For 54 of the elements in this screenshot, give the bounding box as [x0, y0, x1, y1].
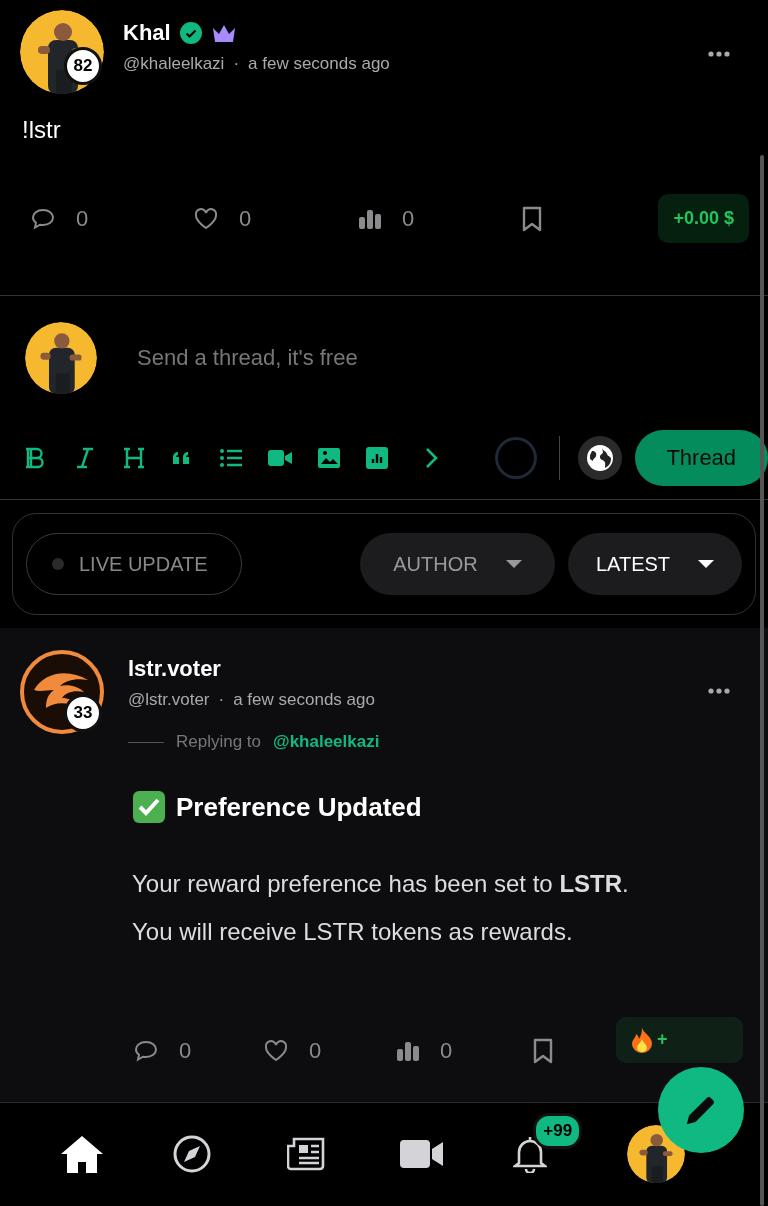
author-handle[interactable]: @khaleelkazi — [123, 54, 225, 74]
reward-button[interactable]: +0.00 $ — [658, 194, 749, 243]
comment-count: 0 — [179, 1038, 193, 1064]
home-icon[interactable] — [60, 1134, 104, 1173]
filter-dropdown[interactable]: AUTHOR — [360, 533, 555, 595]
like-count: 0 — [309, 1038, 323, 1064]
author-name[interactable]: lstr.voter — [128, 656, 708, 682]
character-count-ring — [494, 437, 537, 479]
checkbox-icon — [132, 790, 166, 824]
reply-title: Preference Updated — [176, 791, 422, 823]
notification-badge: +99 — [533, 1112, 583, 1149]
post-time: a few seconds ago — [248, 54, 390, 74]
list-icon[interactable] — [219, 446, 244, 470]
chart-icon[interactable] — [365, 446, 390, 470]
globe-icon — [585, 444, 614, 472]
thread-input[interactable]: Send a thread, it's free — [135, 344, 659, 372]
reward-button[interactable]: + — [616, 1016, 743, 1063]
author-name[interactable]: Khal — [123, 20, 171, 46]
thread-button[interactable]: Thread — [634, 430, 768, 486]
heart-icon[interactable] — [193, 206, 219, 231]
separator-dot: · — [218, 690, 225, 710]
separator-dot: · — [233, 54, 240, 74]
view-count: 0 — [402, 205, 416, 232]
post-time: a few seconds ago — [233, 690, 375, 710]
more-icon[interactable] — [708, 51, 730, 57]
newspaper-icon[interactable] — [286, 1136, 325, 1171]
view-count: 0 — [440, 1038, 454, 1064]
caret-icon — [505, 559, 522, 569]
fire-icon — [631, 1026, 653, 1053]
bar-chart-icon — [358, 207, 382, 230]
visibility-button[interactable] — [577, 436, 622, 480]
compass-icon[interactable] — [173, 1134, 212, 1173]
scrollbar[interactable] — [760, 155, 764, 1206]
comment-icon[interactable] — [30, 206, 56, 231]
reply-text: You will receive LSTR tokens as rewards. — [132, 917, 574, 947]
mention-link[interactable]: @khaleelkazi — [273, 732, 380, 752]
filter-dropdown[interactable]: LATEST — [568, 533, 742, 595]
reply-text: Your reward preference has been set to LSTR. — [132, 869, 630, 899]
video-camera-icon[interactable] — [400, 1137, 444, 1170]
image-icon[interactable] — [316, 446, 341, 470]
bar-chart-icon — [396, 1040, 420, 1062]
bell-icon[interactable] — [513, 1134, 548, 1173]
more-icon[interactable] — [708, 688, 730, 694]
post-text: !lstr — [21, 115, 62, 145]
comment-count: 0 — [76, 205, 90, 232]
author-handle[interactable]: @lstr.voter — [128, 690, 210, 710]
replying-label: Replying to — [176, 732, 262, 752]
comment-icon[interactable] — [133, 1039, 159, 1063]
heart-icon[interactable] — [263, 1039, 289, 1063]
caret-icon — [698, 559, 715, 569]
like-count: 0 — [239, 205, 253, 232]
heading-icon[interactable] — [121, 446, 146, 470]
bookmark-icon[interactable] — [533, 1038, 553, 1064]
bookmark-icon[interactable] — [522, 205, 542, 232]
